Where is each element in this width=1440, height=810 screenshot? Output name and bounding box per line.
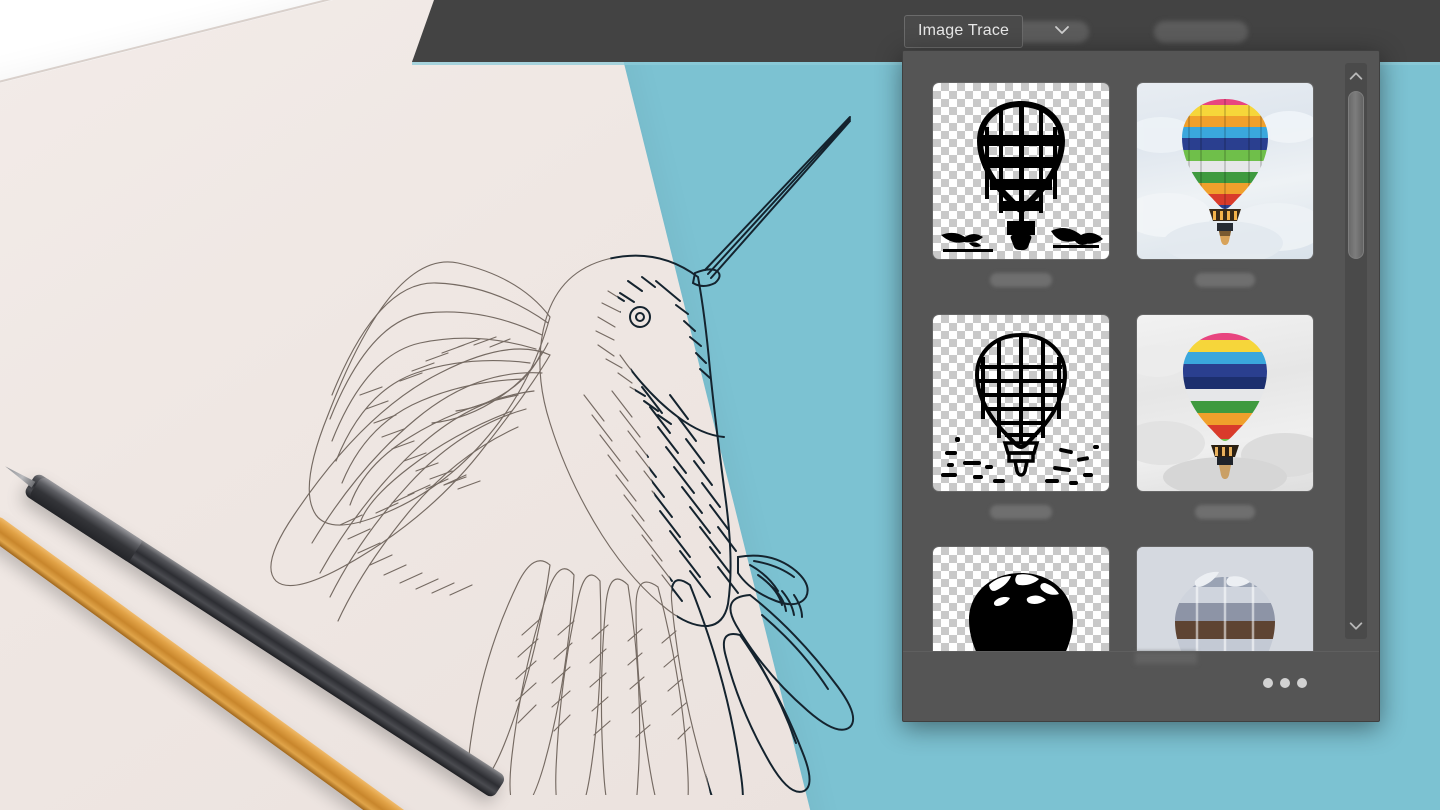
balloon-rainbow-photo-icon (1137, 99, 1313, 259)
image-trace-panel (902, 50, 1380, 722)
preset-label (1195, 273, 1255, 287)
chevron-down-icon[interactable] (1052, 20, 1072, 40)
preset-label (1195, 505, 1255, 519)
app-window: Image Trace (0, 0, 1440, 810)
chevron-down-icon[interactable] (1345, 615, 1367, 637)
balloon-solid-black-icon (969, 573, 1073, 651)
preset-thumbnail[interactable] (933, 547, 1109, 651)
panel-scrollbar[interactable] (1345, 63, 1367, 639)
preset-sketched-art[interactable] (933, 315, 1109, 519)
preset-thumbnail[interactable] (1137, 83, 1313, 259)
preset-thumbnail[interactable] (1137, 547, 1313, 651)
toolbar-control-2[interactable] (1154, 21, 1248, 43)
preset-thumbnail[interactable] (1137, 315, 1313, 491)
chevron-up-icon[interactable] (1345, 65, 1367, 87)
preset-label (990, 273, 1052, 287)
dot-1 (1263, 678, 1273, 688)
footer-placeholder (1135, 652, 1197, 664)
image-trace-field[interactable]: Image Trace (904, 15, 1024, 48)
panel-footer (903, 651, 1379, 721)
preset-six-colors[interactable] (1137, 547, 1313, 651)
preset-thumbnail[interactable] (933, 83, 1109, 259)
preset-label (990, 505, 1052, 519)
scrollbar-thumb[interactable] (1348, 91, 1364, 259)
hummingbird-svg (270, 116, 855, 795)
preset-thumbnail[interactable] (933, 315, 1109, 491)
hummingbird-line-drawing[interactable] (150, 95, 910, 795)
balloon-line-outline-icon (941, 332, 1099, 485)
balloon-six-color-icon (1137, 547, 1313, 651)
preset-high-fidelity-photo[interactable] (1137, 83, 1313, 287)
preset-grid-container (903, 51, 1335, 651)
dot-3 (1297, 678, 1307, 688)
preset-low-fidelity-photo[interactable] (1137, 315, 1313, 519)
preset-silhouettes[interactable] (933, 547, 1109, 651)
balloon-silhouette-bands-icon (941, 101, 1103, 252)
preset-grid (933, 83, 1335, 651)
dot-2 (1280, 678, 1290, 688)
preset-black-and-white-logo[interactable] (933, 83, 1109, 287)
balloon-rainbow-flat-icon (1137, 333, 1313, 491)
ellipsis-icon[interactable] (1263, 678, 1307, 688)
